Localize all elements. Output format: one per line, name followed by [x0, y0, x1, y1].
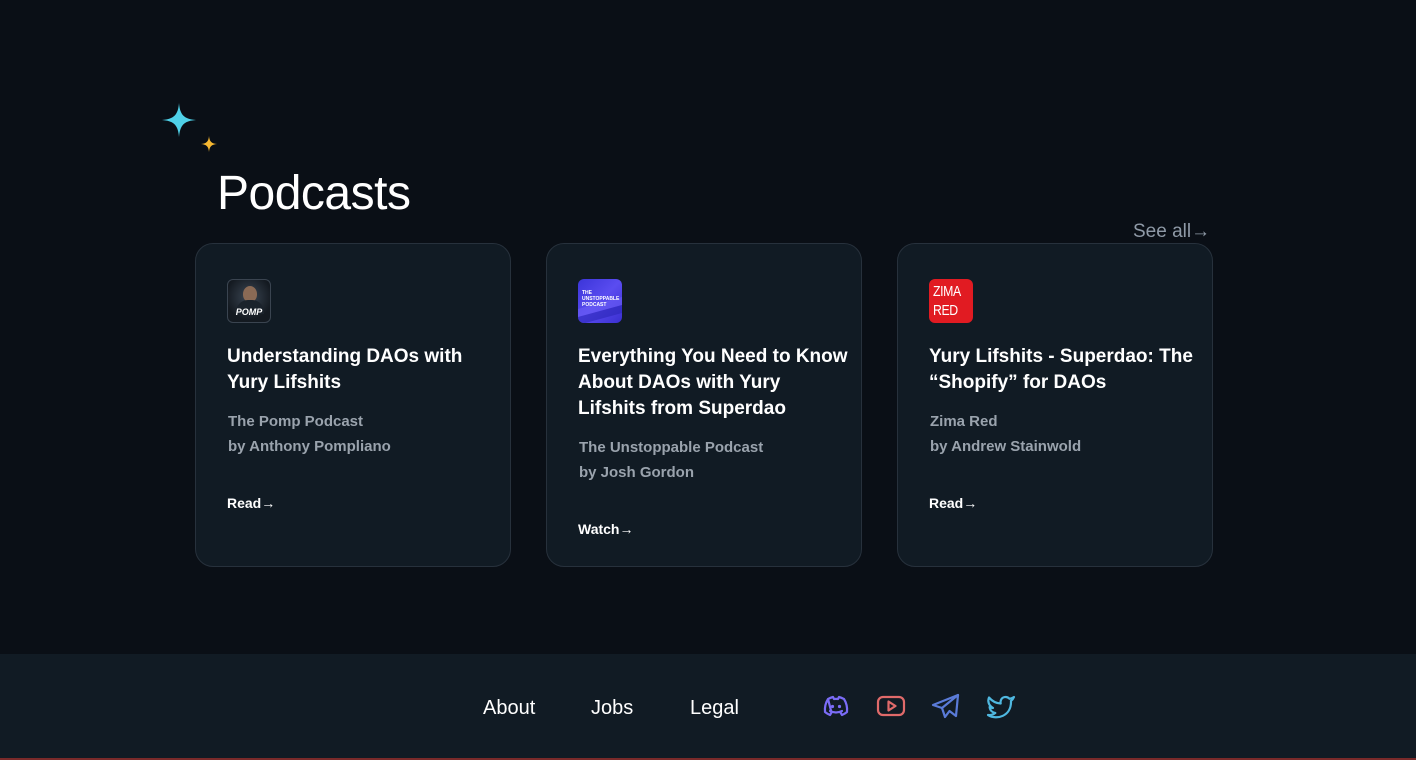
- podcasts-page: Podcasts See all→ POMP Understanding DAO…: [0, 0, 1416, 760]
- podcast-meta: The Unstoppable Podcast by Josh Gordon: [579, 435, 849, 485]
- podcast-title: Yury Lifshits - Superdao: The “Shopify” …: [929, 346, 1193, 393]
- telegram-icon[interactable]: [930, 690, 962, 722]
- youtube-icon[interactable]: [875, 690, 907, 722]
- discord-icon[interactable]: [820, 690, 852, 722]
- podcast-meta: Zima Red by Andrew Stainwold: [930, 409, 1200, 459]
- podcast-author: by Josh Gordon: [579, 464, 695, 481]
- podcast-show: Zima Red: [930, 413, 998, 430]
- read-link[interactable]: Read→: [929, 495, 977, 511]
- read-link[interactable]: Read→: [227, 495, 275, 511]
- thumbnail-label: ZIMA RED: [933, 283, 961, 319]
- footer-link-legal[interactable]: Legal: [690, 696, 739, 720]
- sparkle-small-icon: [201, 136, 217, 152]
- watch-link[interactable]: Watch→: [578, 521, 633, 537]
- podcast-title: Understanding DAOs with Yury Lifshits: [227, 346, 463, 393]
- podcast-show: The Pomp Podcast: [228, 413, 364, 430]
- section-title: Podcasts: [217, 167, 411, 220]
- podcast-author: by Anthony Pompliano: [228, 438, 391, 455]
- podcast-thumbnail: THE UNSTOPPABLE PODCAST: [578, 279, 622, 323]
- see-all-link[interactable]: See all→: [1133, 221, 1210, 243]
- thumbnail-label: THE UNSTOPPABLE PODCAST: [582, 290, 620, 308]
- twitter-icon[interactable]: [985, 690, 1017, 722]
- podcast-thumbnail: POMP: [227, 279, 271, 323]
- podcast-meta: The Pomp Podcast by Anthony Pompliano: [228, 409, 498, 459]
- footer: About Jobs Legal: [0, 654, 1416, 760]
- podcast-card[interactable]: POMP Understanding DAOs with Yury Lifshi…: [195, 243, 511, 567]
- podcast-show: The Unstoppable Podcast: [579, 439, 764, 456]
- podcast-thumbnail: ZIMA RED: [929, 279, 973, 323]
- sparkle-icon: [162, 103, 196, 137]
- podcast-card[interactable]: THE UNSTOPPABLE PODCAST Everything You N…: [546, 243, 862, 567]
- podcast-author: by Andrew Stainwold: [930, 438, 1082, 455]
- thumbnail-label: POMP: [235, 307, 263, 317]
- footer-link-jobs[interactable]: Jobs: [591, 696, 633, 720]
- footer-link-about[interactable]: About: [483, 696, 535, 720]
- podcast-title: Everything You Need to Know About DAOs w…: [578, 346, 848, 419]
- podcast-card[interactable]: ZIMA RED Yury Lifshits - Superdao: The “…: [897, 243, 1213, 567]
